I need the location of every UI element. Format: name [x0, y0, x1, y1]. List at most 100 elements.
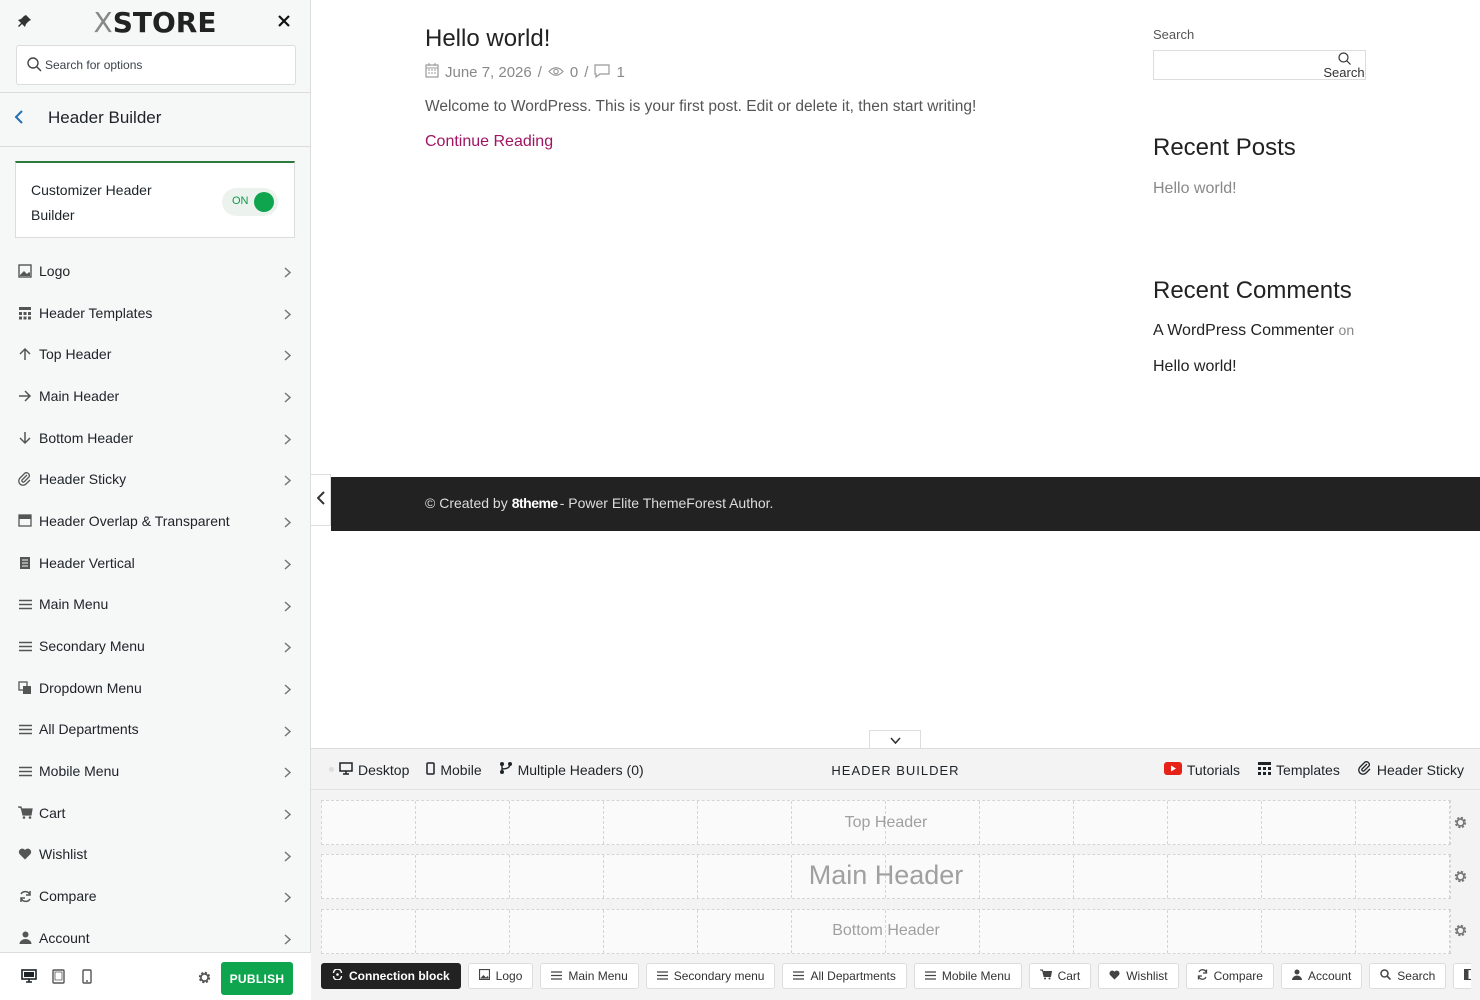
chip-mobile-menu[interactable]: Mobile Menu	[913, 963, 1022, 989]
commenter-link[interactable]: A WordPress Commenter	[1153, 322, 1334, 339]
row-cell[interactable]	[1356, 910, 1450, 953]
row-cell[interactable]	[510, 801, 604, 844]
row-cell[interactable]	[604, 801, 698, 844]
sidebar-item-secondary-menu[interactable]: Secondary Menu	[0, 625, 311, 667]
sidebar-item-wishlist[interactable]: Wishlist	[0, 834, 311, 876]
row-cell[interactable]	[792, 910, 886, 953]
chip-main-menu[interactable]: Main Menu	[540, 963, 639, 989]
row-cell[interactable]	[886, 855, 980, 898]
templates-link[interactable]: Templates	[1258, 761, 1340, 778]
sidebar-item-all-departments[interactable]: All Departments	[0, 709, 311, 751]
sidebar-item-compare[interactable]: Compare	[0, 875, 311, 917]
row-cell[interactable]	[510, 855, 604, 898]
tutorials-link[interactable]: Tutorials	[1163, 761, 1240, 778]
row-cell[interactable]	[1074, 910, 1168, 953]
row-cell[interactable]	[792, 855, 886, 898]
chip-connection-block[interactable]: Connection block	[321, 963, 461, 989]
sidebar-menu: Logo Header Templates Top Header Main He…	[0, 250, 311, 959]
sidebar-item-dropdown-menu[interactable]: Dropdown Menu	[0, 667, 311, 709]
sidebar-item-header-overlap[interactable]: Header Overlap & Transparent	[0, 500, 311, 542]
row-cell[interactable]	[1168, 855, 1262, 898]
sidebar-item-mobile-menu[interactable]: Mobile Menu	[0, 750, 311, 792]
desktop-preview-icon[interactable]	[21, 969, 37, 989]
collapse-sidebar-button[interactable]	[311, 474, 331, 526]
row-cell[interactable]	[1356, 801, 1450, 844]
gear-icon[interactable]	[1453, 815, 1468, 835]
sidebar-item-cart[interactable]: Cart	[0, 792, 311, 834]
row-cell[interactable]	[698, 801, 792, 844]
row-cell[interactable]	[1262, 855, 1356, 898]
post-date[interactable]: June 7, 2026	[445, 64, 532, 81]
main-header-row[interactable]: Main Header	[321, 854, 1451, 899]
chip-cart[interactable]: Cart	[1028, 963, 1092, 989]
row-cell[interactable]	[1074, 801, 1168, 844]
row-cell[interactable]	[1262, 910, 1356, 953]
chip-account[interactable]: Account	[1280, 963, 1363, 989]
publish-button[interactable]: PUBLISH	[221, 962, 293, 995]
gear-icon[interactable]	[1453, 869, 1468, 889]
sidebar-item-header-vertical[interactable]: Header Vertical	[0, 542, 311, 584]
row-cell[interactable]	[604, 855, 698, 898]
row-cell[interactable]	[1168, 801, 1262, 844]
gear-icon[interactable]	[1453, 923, 1468, 943]
row-cell[interactable]	[322, 801, 416, 844]
chip-search[interactable]: Search	[1369, 963, 1447, 989]
row-cell[interactable]	[322, 855, 416, 898]
row-cell[interactable]	[980, 910, 1074, 953]
sidebar-item-header-templates[interactable]: Header Templates	[0, 292, 311, 334]
post-meta: June 7, 2026 / 0 / 1	[425, 63, 625, 82]
row-cell[interactable]	[604, 910, 698, 953]
row-cell[interactable]	[980, 801, 1074, 844]
row-cell[interactable]	[1356, 855, 1450, 898]
sidebar-item-label: Main Menu	[39, 596, 109, 613]
tab-desktop[interactable]: Desktop	[339, 762, 409, 778]
sidebar-item-logo[interactable]: Logo	[0, 250, 311, 292]
tab-mobile[interactable]: Mobile	[426, 762, 482, 778]
row-cell[interactable]	[698, 910, 792, 953]
post-title[interactable]: Hello world!	[425, 25, 550, 53]
header-builder-collapse-button[interactable]	[869, 730, 921, 748]
comment-post-link[interactable]: Hello world!	[1153, 358, 1237, 376]
search-options-input[interactable]	[45, 54, 285, 76]
row-cell[interactable]	[980, 855, 1074, 898]
back-chevron-icon[interactable]	[14, 108, 24, 129]
bottom-header-row[interactable]: Bottom Header	[321, 909, 1451, 954]
row-cell[interactable]	[510, 910, 604, 953]
sidebar-item-main-header[interactable]: Main Header	[0, 375, 311, 417]
header-builder-toggle[interactable]: ON	[222, 188, 278, 216]
footer-brand[interactable]: 8theme	[512, 495, 559, 511]
row-cell[interactable]	[416, 855, 510, 898]
chip-secondary-menu[interactable]: Secondary menu	[645, 963, 776, 989]
header-sticky-link[interactable]: Header Sticky	[1357, 761, 1464, 778]
sidebar-item-header-sticky[interactable]: Header Sticky	[0, 458, 311, 500]
row-cell[interactable]	[1074, 855, 1168, 898]
row-cell[interactable]	[792, 801, 886, 844]
chip-wishlist[interactable]: Wishlist	[1098, 963, 1179, 989]
sidebar-item-main-menu[interactable]: Main Menu	[0, 584, 311, 626]
sidebar-item-top-header[interactable]: Top Header	[0, 333, 311, 375]
tab-multiple-headers[interactable]: Multiple Headers (0)	[499, 761, 644, 778]
chip-all-departments[interactable]: All Departments	[782, 963, 907, 989]
row-cell[interactable]	[416, 910, 510, 953]
tablet-preview-icon[interactable]	[52, 969, 65, 989]
row-cell[interactable]	[1262, 801, 1356, 844]
gear-icon[interactable]	[197, 970, 212, 990]
recent-post-link[interactable]: Hello world!	[1153, 180, 1237, 198]
close-icon[interactable]	[278, 10, 290, 33]
mobile-preview-icon[interactable]	[82, 969, 92, 989]
row-cell[interactable]	[322, 910, 416, 953]
row-cell[interactable]	[886, 910, 980, 953]
top-header-row[interactable]: Top Header	[321, 800, 1451, 845]
sidebar-item-bottom-header[interactable]: Bottom Header	[0, 417, 311, 459]
chip-compare[interactable]: Compare	[1185, 963, 1274, 989]
row-cell[interactable]	[698, 855, 792, 898]
row-cell[interactable]	[886, 801, 980, 844]
search-widget-input[interactable]: Search	[1153, 50, 1366, 80]
search-widget-button[interactable]: Search	[1323, 51, 1365, 80]
row-cell[interactable]	[416, 801, 510, 844]
chip-overflow[interactable]	[1453, 963, 1471, 989]
row-cell[interactable]	[1168, 910, 1262, 953]
continue-reading-link[interactable]: Continue Reading	[425, 133, 553, 151]
chip-logo[interactable]: Logo	[467, 963, 534, 989]
post-comments[interactable]: 1	[616, 64, 624, 81]
